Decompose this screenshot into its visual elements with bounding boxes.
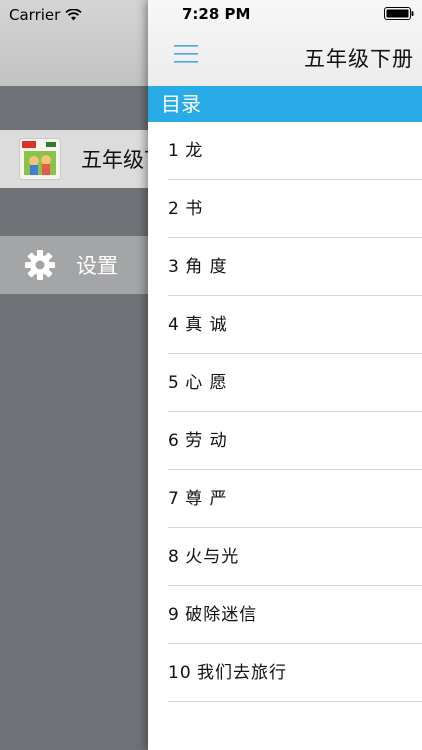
lesson-title: 龙	[185, 141, 204, 161]
lesson-title: 我们去旅行	[197, 663, 288, 683]
lesson-number: 2	[168, 199, 180, 219]
navigation-bar: 7:28 PM 五年级下册	[148, 0, 422, 86]
lesson-number: 3	[168, 257, 180, 277]
lesson-number: 7	[168, 489, 180, 509]
page-title: 五年级下册	[304, 47, 414, 71]
lesson-title: 火与光	[185, 547, 240, 567]
app-screen: Carrier 五年级下册 设置 7:28 PM 五年级下册 目录 1 龙 2 …	[0, 0, 422, 750]
list-item[interactable]: 2 书	[148, 180, 422, 238]
book-cover-thumbnail	[19, 138, 61, 180]
section-header: 目录	[148, 86, 422, 122]
status-time: 7:28 PM	[182, 5, 251, 23]
wifi-icon	[65, 9, 82, 21]
list-item[interactable]: 9 破除迷信	[148, 586, 422, 644]
lesson-title: 心 愿	[185, 373, 228, 393]
lesson-title: 真 诚	[185, 315, 228, 335]
lesson-title: 劳 动	[185, 431, 228, 451]
list-item[interactable]: 1 龙	[148, 122, 422, 180]
list-item[interactable]: 5 心 愿	[148, 354, 422, 412]
lesson-title: 书	[185, 199, 204, 219]
lesson-number: 1	[168, 141, 180, 161]
carrier-label: Carrier	[9, 6, 61, 24]
list-item[interactable]: 4 真 诚	[148, 296, 422, 354]
lesson-number: 8	[168, 547, 180, 567]
lesson-title: 尊 严	[185, 489, 228, 509]
lesson-title: 破除迷信	[185, 605, 258, 625]
book-cover-image	[20, 139, 60, 179]
lesson-number: 5	[168, 373, 180, 393]
gear-icon	[25, 250, 55, 280]
list-item[interactable]: 6 劳 动	[148, 412, 422, 470]
lesson-number: 6	[168, 431, 180, 451]
lesson-number: 4	[168, 315, 180, 335]
list-item[interactable]: 7 尊 严	[148, 470, 422, 528]
table-of-contents: 1 龙 2 书 3 角 度 4 真 诚 5 心 愿 6 劳 动 7 尊 严 8 …	[148, 122, 422, 702]
list-item[interactable]: 8 火与光	[148, 528, 422, 586]
status-carrier: Carrier	[9, 6, 82, 24]
hamburger-icon[interactable]	[174, 44, 198, 64]
list-item[interactable]: 3 角 度	[148, 238, 422, 296]
drawer-item-settings-label: 设置	[76, 254, 118, 278]
lesson-number: 10	[168, 663, 192, 683]
list-item[interactable]: 10 我们去旅行	[148, 644, 422, 702]
lesson-title: 角 度	[185, 257, 228, 277]
battery-icon	[384, 7, 414, 20]
main-panel: 7:28 PM 五年级下册 目录 1 龙 2 书 3 角 度 4 真 诚 5 心…	[148, 0, 422, 750]
lesson-number: 9	[168, 605, 180, 625]
section-title: 目录	[161, 92, 201, 116]
